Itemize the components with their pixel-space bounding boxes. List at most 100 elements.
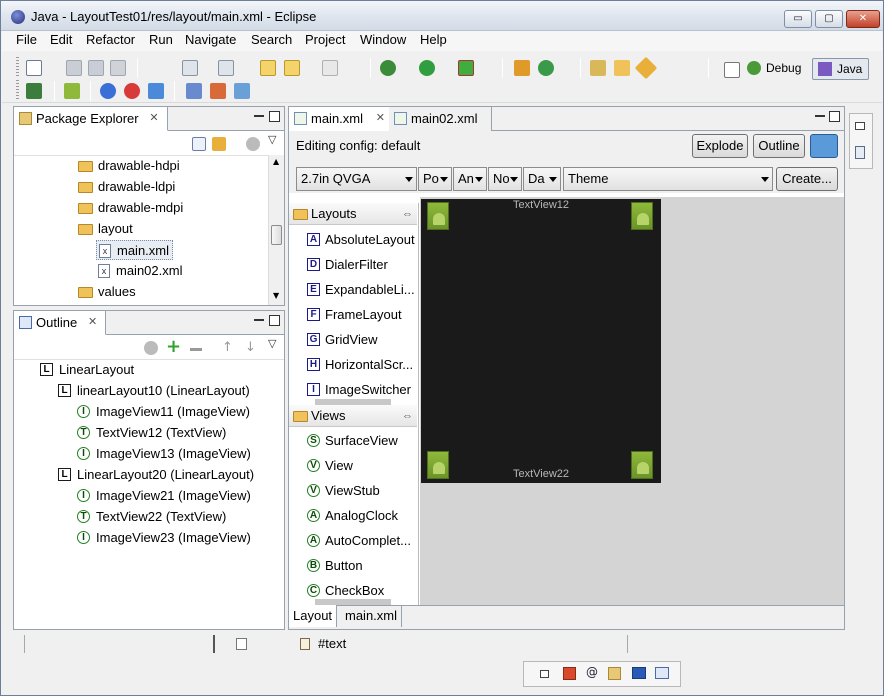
scroll-down-icon[interactable]: ▼ [273,291,279,300]
print-icon[interactable] [110,60,126,76]
palette-item-view[interactable]: V View [307,456,353,476]
outline-tab[interactable]: Outline ✕ [14,311,107,335]
scrollbar-thumb[interactable] [271,225,282,245]
palette-views-header[interactable]: Views ⇔ [289,405,417,427]
menu-project[interactable]: Project [305,32,345,47]
remove-icon[interactable] [190,348,202,351]
outline-item-linearlayout[interactable]: L LinearLayout [40,360,134,380]
minimize-view-icon[interactable] [254,115,264,117]
declaration-icon[interactable] [608,667,621,680]
link-editor-icon[interactable] [212,137,226,151]
move-up-icon[interactable]: ↑ [222,340,233,355]
chevron-down-icon[interactable]: ▽ [268,337,276,350]
outline-item-imageview11[interactable]: I ImageView11 (ImageView) [77,402,250,422]
package-explorer-tab[interactable]: Package Explorer ✕ [14,107,168,131]
textview22[interactable]: TextView22 [421,468,661,480]
next-annotation-icon[interactable] [182,60,198,76]
palette-item-button[interactable]: B Button [307,556,363,576]
debug-icon[interactable] [380,60,396,76]
new-class-icon[interactable] [538,60,554,76]
run-icon[interactable] [419,60,435,76]
outline-item-imageview23[interactable]: I ImageView23 (ImageView) [77,528,251,548]
tab-layout[interactable]: Layout [289,605,338,627]
palette-item-viewstub[interactable]: V ViewStub [307,481,380,501]
menu-navigate[interactable]: Navigate [185,32,236,47]
outline-item-linearlayout10[interactable]: LlinearLayout10 (LinearLayout) [58,381,250,401]
theme-select[interactable]: Theme [563,167,773,191]
density-select[interactable]: Da [523,167,561,191]
close-icon[interactable]: ✕ [88,311,97,334]
palette-item-absolutelayout[interactable]: A AbsoluteLayout [307,230,415,250]
external-tools-icon[interactable] [458,60,474,76]
minimize-view-icon[interactable] [254,319,264,321]
dock-select[interactable]: An [453,167,487,191]
restore-icon[interactable] [855,122,865,130]
tab-main-xml[interactable]: main.xml ✕ [289,107,395,131]
maximize-button[interactable]: ▢ [815,10,843,28]
menu-search[interactable]: Search [251,32,292,47]
outline-button[interactable]: Outline [753,134,805,158]
explode-button[interactable]: Explode [692,134,748,158]
menu-refactor[interactable]: Refactor [86,32,135,47]
outline-item-imageview13[interactable]: I ImageView13 (ImageView) [77,444,251,464]
prev-annotation-icon[interactable] [218,60,234,76]
search-icon[interactable] [634,56,658,80]
chevron-down-icon[interactable]: ▽ [268,133,276,146]
close-icon[interactable]: ✕ [149,107,158,130]
android-avd-icon[interactable] [64,83,80,99]
menu-file[interactable]: File [16,32,37,47]
tree-item-values[interactable]: values [78,282,136,302]
device-select[interactable]: 2.7in QVGA [296,167,417,191]
filter-icon[interactable] [144,341,158,355]
google-icon[interactable] [100,83,116,99]
palette-item-expandablelist[interactable]: E ExpandableLi... [307,280,415,300]
new-java-project-icon[interactable] [514,60,530,76]
javadoc-icon[interactable]: @ [586,665,598,679]
menu-window[interactable]: Window [360,32,406,47]
maximize-view-icon[interactable] [269,315,280,326]
last-edit-icon[interactable] [260,60,276,76]
save-icon[interactable] [66,60,82,76]
tab-main02-xml[interactable]: main02.xml [389,107,493,131]
forward-icon[interactable] [322,60,338,76]
close-button[interactable]: ✕ [846,10,880,28]
create-config-button[interactable]: Create... [776,167,838,191]
gae-icon[interactable] [124,83,140,99]
android-sdk-icon[interactable] [26,83,42,99]
menu-edit[interactable]: Edit [50,32,72,47]
maximize-view-icon[interactable] [269,111,280,122]
new-junit-icon[interactable] [210,83,226,99]
open-perspective-icon[interactable] [724,62,740,78]
open-type-icon[interactable] [590,60,606,76]
tree-item-layout[interactable]: layout [78,219,133,239]
debug-perspective[interactable]: Debug [742,58,807,80]
tab-xml-source[interactable]: main.xml [341,606,403,627]
minimize-button[interactable]: ▭ [784,10,812,28]
new-icon[interactable] [26,60,42,76]
palette-item-autocomplete[interactable]: A AutoComplet... [307,531,411,551]
save-all-icon[interactable] [88,60,104,76]
tree-item-drawable-ldpi[interactable]: drawable-ldpi [78,177,175,197]
restore-icon[interactable] [540,670,549,678]
palette-item-dialerfilter[interactable]: D DialerFilter [307,255,388,275]
back-icon[interactable] [284,60,300,76]
add-icon[interactable]: + [166,336,181,357]
tree-item-drawable-hdpi[interactable]: drawable-hdpi [78,156,180,176]
collapse-arrows-icon[interactable]: ⇔ [402,405,413,427]
palette-item-horizontalscroll[interactable]: H HorizontalScr... [307,355,413,375]
palette-item-checkbox[interactable]: C CheckBox [307,581,384,601]
console-icon[interactable] [632,667,646,679]
collapse-all-icon[interactable] [192,137,206,151]
task-list-icon[interactable] [855,146,865,159]
move-down-icon[interactable]: ↓ [245,340,256,355]
close-tab-icon[interactable]: ✕ [376,107,385,130]
toggle-layout-icon[interactable] [810,134,838,158]
menu-help[interactable]: Help [420,32,447,47]
problems-icon[interactable] [563,667,576,680]
palette-item-analogclock[interactable]: A AnalogClock [307,506,398,526]
palette-item-surfaceview[interactable]: S SurfaceView [307,431,398,451]
night-mode-select[interactable]: No [488,167,522,191]
imageview23-android-icon[interactable] [631,451,653,479]
logcat-icon[interactable] [655,667,669,679]
imageview13-android-icon[interactable] [631,202,653,230]
